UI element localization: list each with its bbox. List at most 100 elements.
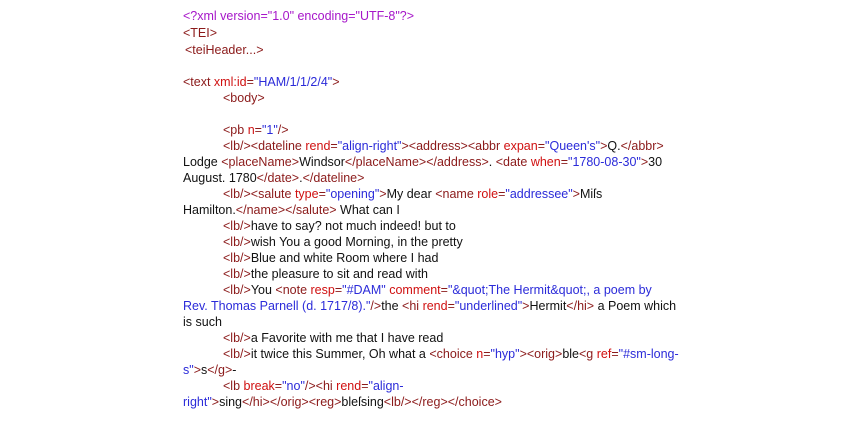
xml-tag: </name></salute> bbox=[235, 203, 337, 217]
code-line: <lb/>the pleasure to sit and read with bbox=[223, 266, 428, 282]
xml-attribute-name: expan bbox=[503, 139, 538, 153]
xml-attribute-name: rend bbox=[336, 379, 362, 393]
xml-tag: = bbox=[318, 187, 326, 201]
code-line: <lb break="no"/><hi rend="align- bbox=[223, 378, 404, 394]
xml-tag: <date bbox=[495, 155, 531, 169]
xml-attribute-value: "addressee" bbox=[505, 187, 573, 201]
code-line: <lb/>wish You a good Morning, in the pre… bbox=[223, 234, 463, 250]
xml-tag: = bbox=[537, 139, 546, 153]
text-content: 30 bbox=[648, 155, 663, 169]
xml-tag: /> bbox=[277, 123, 289, 137]
xml-attribute-value: s" bbox=[183, 363, 194, 377]
xml-attribute-name: break bbox=[243, 379, 275, 393]
xml-tag: </date> bbox=[256, 171, 300, 185]
xml-tag: > bbox=[379, 187, 387, 201]
xml-tag: <placeName> bbox=[221, 155, 300, 169]
code-line: Hamilton.</name></salute> What can I bbox=[183, 202, 400, 218]
xml-tag: </abbr> bbox=[620, 139, 664, 153]
xml-tag: <teiHeader...> bbox=[185, 43, 264, 57]
text-content: . bbox=[488, 155, 496, 169]
text-content: My dear bbox=[386, 187, 436, 201]
xml-tag: <lb bbox=[223, 379, 244, 393]
text-content: Lodge bbox=[183, 155, 222, 169]
xml-attribute-name: type bbox=[294, 187, 319, 201]
code-line: <lb/>have to say? not much indeed! but t… bbox=[223, 218, 456, 234]
xml-tag: = bbox=[560, 155, 569, 169]
text-content: a Favorite with me that I have read bbox=[250, 331, 444, 345]
text-content: the pleasure to sit and read with bbox=[250, 267, 429, 281]
xml-attribute-name: rend bbox=[422, 299, 448, 313]
xml-tag: = bbox=[246, 75, 254, 89]
code-line: is such bbox=[183, 314, 222, 330]
xml-tag: /><hi bbox=[304, 379, 337, 393]
text-content: the bbox=[381, 299, 403, 313]
text-content: What can I bbox=[336, 203, 400, 217]
xml-attribute-name: rend bbox=[305, 139, 331, 153]
xml-tag: <lb/> bbox=[223, 347, 251, 361]
text-content: a Poem which bbox=[594, 299, 677, 313]
text-content: wish You a good Morning, in the pretty bbox=[250, 235, 463, 249]
xml-tag: <name bbox=[435, 187, 478, 201]
text-content: August. 1780 bbox=[183, 171, 257, 185]
xml-tag: <g bbox=[579, 347, 597, 361]
xml-tag: <lb/> bbox=[223, 331, 251, 345]
text-content: Hermit bbox=[529, 299, 567, 313]
xml-tag: </hi> bbox=[566, 299, 595, 313]
code-line: <lb/>Blue and white Room where I had bbox=[223, 250, 438, 266]
text-content: it twice this Summer, Oh what a bbox=[250, 347, 430, 361]
text-content: Hamilton. bbox=[183, 203, 236, 217]
code-line: <teiHeader...> bbox=[185, 42, 264, 58]
xml-tag: = bbox=[361, 379, 369, 393]
text-content: ble bbox=[562, 347, 579, 361]
code-line: <lb/>You <note resp="#DAM" comment="&quo… bbox=[223, 282, 652, 298]
xml-tag: <note bbox=[275, 283, 311, 297]
code-line: <?xml version="1.0" encoding="UTF-8"?> bbox=[183, 8, 414, 24]
xml-tag: <lb/> bbox=[223, 219, 251, 233]
xml-attribute-value: "#sm-long- bbox=[618, 347, 679, 361]
text-content: Windsor bbox=[299, 155, 345, 169]
text-content: You bbox=[250, 283, 276, 297]
xml-tag: = bbox=[274, 379, 283, 393]
xml-tag: <lb/> bbox=[223, 267, 251, 281]
text-content: Q. bbox=[607, 139, 621, 153]
xml-tag: > bbox=[211, 395, 220, 409]
xml-attribute-value: Rev. Thomas Parnell (d. 1717/8)." bbox=[183, 299, 371, 313]
text-content: Blue and white Room where I had bbox=[250, 251, 439, 265]
xml-tag: = bbox=[330, 139, 338, 153]
xml-attribute-value: "&quot;The Hermit&quot;, a poem by bbox=[447, 283, 652, 297]
text-content: have to say? not much indeed! but to bbox=[250, 219, 456, 233]
xml-attribute-value: "1780-08-30" bbox=[568, 155, 641, 169]
code-line: <TEI> bbox=[183, 25, 217, 41]
xml-tag: > bbox=[332, 75, 340, 89]
xml-tag: </placeName></address> bbox=[344, 155, 489, 169]
xml-attribute-value: "1" bbox=[261, 123, 278, 137]
xml-tag: <lb/></reg></choice> bbox=[383, 395, 502, 409]
xml-tag: = bbox=[254, 123, 262, 137]
xml-tag: <TEI> bbox=[183, 26, 218, 40]
code-line: right">sing</hi></orig><reg>bleſsing<lb/… bbox=[183, 394, 502, 410]
xml-attribute-name: when bbox=[530, 155, 561, 169]
code-line: Rev. Thomas Parnell (d. 1717/8)."/>the <… bbox=[183, 298, 676, 314]
xml-tag: </dateline> bbox=[302, 171, 365, 185]
xml-tag: <lb/><salute bbox=[223, 187, 295, 201]
xml-tag: <pb bbox=[223, 123, 248, 137]
code-line: <pb n="1"/> bbox=[223, 122, 289, 138]
code-line: s">s</g>- bbox=[183, 362, 236, 378]
xml-attribute-value: "HAM/1/1/2/4" bbox=[253, 75, 333, 89]
xml-tag: <choice bbox=[429, 347, 477, 361]
xml-tag: </g> bbox=[207, 363, 233, 377]
code-line: August. 1780</date>.</dateline> bbox=[183, 170, 364, 186]
xml-attribute-name: role bbox=[477, 187, 499, 201]
text-content: Miſs bbox=[579, 187, 603, 201]
text-content: bleſsing bbox=[341, 395, 384, 409]
xml-tag: > bbox=[193, 363, 201, 377]
code-line: <lb/><salute type="opening">My dear <nam… bbox=[223, 186, 602, 202]
xml-attribute-name: n bbox=[247, 123, 255, 137]
code-line: <text xml:id="HAM/1/1/2/4"> bbox=[183, 74, 340, 90]
xml-attribute-value: "align- bbox=[368, 379, 404, 393]
xml-attribute-value: "opening" bbox=[325, 187, 380, 201]
xml-tag: ><orig> bbox=[519, 347, 563, 361]
xml-tag: = bbox=[440, 283, 448, 297]
xml-tag: = bbox=[483, 347, 491, 361]
text-content: is such bbox=[183, 315, 222, 329]
